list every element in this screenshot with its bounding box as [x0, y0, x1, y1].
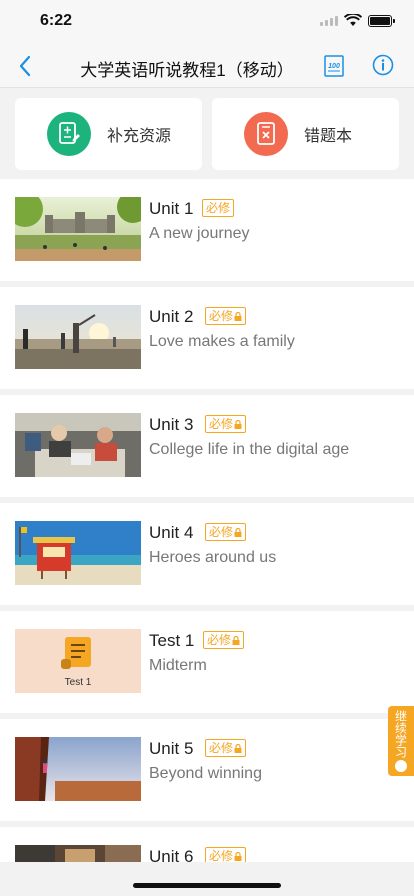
- lock-icon: [232, 635, 240, 645]
- required-badge: 必修: [205, 523, 247, 541]
- unit-subtitle: Love makes a family: [149, 333, 295, 350]
- status-time: 6:22: [40, 12, 73, 29]
- unit-title: Unit 2: [149, 307, 194, 326]
- lock-icon: [234, 419, 242, 429]
- home-indicator[interactable]: [133, 883, 281, 888]
- test-scroll-thumb: Test 1: [15, 629, 141, 693]
- unit-row-1[interactable]: Unit 1 必修 A new journey: [0, 179, 414, 281]
- score-icon-text: 100: [328, 63, 340, 70]
- arrow-right-icon: [395, 760, 407, 772]
- lock-icon: [234, 527, 242, 537]
- unit-row-5[interactable]: Unit 5 必修 Beyond winning: [0, 719, 414, 821]
- unit-subtitle: College life in the digital age: [149, 441, 350, 458]
- status-icons: [320, 14, 395, 27]
- battery-icon: [368, 14, 395, 27]
- climber-photo: [15, 737, 141, 801]
- campus-photo: [15, 197, 141, 261]
- lock-icon: [234, 311, 242, 321]
- document-pen-icon: [47, 112, 91, 156]
- unit-row-2[interactable]: Unit 2 必修 Love makes a family: [0, 287, 414, 389]
- wrong-answers-book-button[interactable]: 错题本: [212, 98, 399, 170]
- unit-title: Unit 1: [149, 199, 194, 218]
- page-title: 大学英语听说教程1（移动）: [80, 61, 294, 80]
- signal-icon: [320, 15, 338, 26]
- continue-learning-label: 继续学习: [393, 710, 408, 758]
- continue-learning-button[interactable]: 继续学习: [388, 706, 414, 776]
- lifeguard-hut-photo: [15, 521, 141, 585]
- unit-subtitle: Midterm: [149, 657, 207, 674]
- required-badge: 必修: [205, 307, 247, 325]
- unit-title: Unit 4: [149, 523, 194, 542]
- back-icon[interactable]: [12, 52, 40, 80]
- beach-family-photo: [15, 305, 141, 369]
- unit-title: Test 1: [149, 631, 195, 650]
- unit-row-test-1[interactable]: Test 1 Test 1 必修 Midterm: [0, 611, 414, 713]
- unit-subtitle: Beyond winning: [149, 765, 262, 782]
- unit-row-3[interactable]: Unit 3 必修 College life in the digital ag…: [0, 395, 414, 497]
- info-icon[interactable]: [372, 54, 394, 76]
- supplementary-resources-label: 补充资源: [107, 128, 172, 145]
- study-room-photo: [15, 413, 141, 477]
- nav-bar: 大学英语听说教程1（移动） 100: [0, 44, 414, 88]
- unit-subtitle: A new journey: [149, 225, 250, 242]
- test-scroll-icon: Test 1: [61, 637, 92, 688]
- unit-row-4[interactable]: Unit 4 必修 Heroes around us: [0, 503, 414, 605]
- required-badge: 必修: [205, 415, 247, 433]
- required-badge: 必修: [202, 199, 235, 217]
- supplementary-resources-button[interactable]: 补充资源: [15, 98, 202, 170]
- required-badge: 必修: [205, 739, 247, 757]
- unit-title: Unit 5: [149, 739, 194, 758]
- unit-title: Unit 3: [149, 415, 194, 434]
- required-badge: 必修: [203, 631, 245, 649]
- unit-subtitle: Heroes around us: [149, 549, 277, 566]
- wrong-book-icon: [244, 112, 288, 156]
- test-thumb-label: Test 1: [65, 677, 92, 688]
- score-icon[interactable]: 100: [324, 55, 344, 77]
- lock-icon: [234, 743, 242, 753]
- lock-icon: [234, 851, 242, 861]
- unit-list: Unit 1 必修 A new journey Unit 2 必修 Love m…: [0, 179, 414, 896]
- quick-actions: 补充资源 错题本: [0, 89, 414, 179]
- status-bar: 6:22: [0, 0, 414, 44]
- home-indicator-area: [0, 862, 414, 896]
- wrong-answers-book-label: 错题本: [304, 128, 353, 145]
- wifi-icon: [344, 14, 362, 26]
